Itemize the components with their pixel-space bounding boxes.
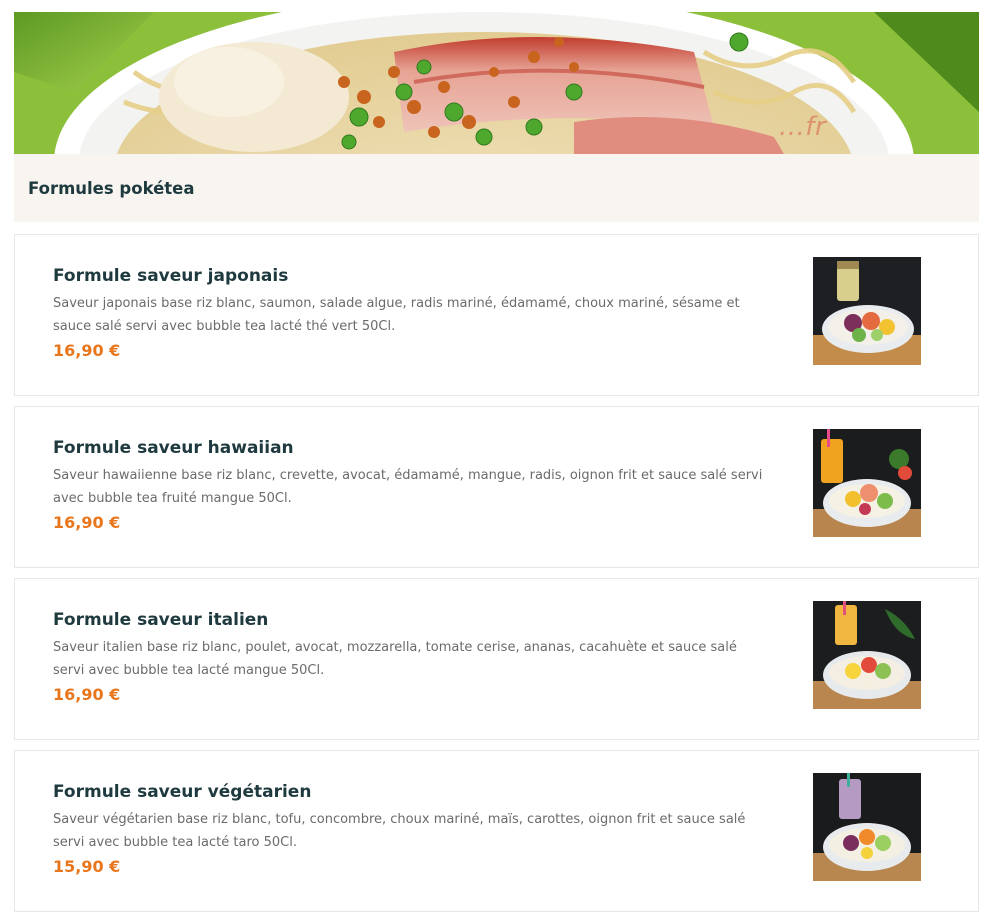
category-title: Formules pokétea [28,178,195,198]
menu-item-price: 16,90 € [53,513,121,532]
category-header: Formules pokétea [14,154,979,222]
menu-item-italien[interactable]: Formule saveur italien Saveur italien ba… [14,578,979,740]
menu-item-photo[interactable] [813,773,921,881]
category-hero-image: ...fr [14,12,979,154]
menu-item-vegetarien[interactable]: Formule saveur végétarien Saveur végétar… [14,750,979,912]
menu-item-title: Formule saveur hawaiian [53,438,294,458]
menu-item-price: 16,90 € [53,685,121,704]
menu-item-title: Formule saveur italien [53,610,269,630]
menu-item-title: Formule saveur japonais [53,266,289,286]
menu-item-info: Formule saveur italien Saveur italien ba… [53,609,773,704]
menu-item-info: Formule saveur végétarien Saveur végétar… [53,781,773,876]
menu-item-price: 16,90 € [53,341,121,360]
menu-item-japonais[interactable]: Formule saveur japonais Saveur japonais … [14,234,979,396]
menu-item-title: Formule saveur végétarien [53,782,312,802]
menu-item-description: Saveur hawaiienne base riz blanc, crevet… [53,468,763,506]
menu-item-info: Formule saveur japonais Saveur japonais … [53,265,773,360]
menu-item-photo[interactable] [813,601,921,709]
menu-item-photo[interactable] [813,257,921,365]
menu-item-description: Saveur italien base riz blanc, poulet, a… [53,640,737,678]
menu-item-info: Formule saveur hawaiian Saveur hawaiienn… [53,437,773,532]
menu-item-photo[interactable] [813,429,921,537]
menu-item-hawaiian[interactable]: Formule saveur hawaiian Saveur hawaiienn… [14,406,979,568]
menu-item-price: 15,90 € [53,857,121,876]
menu-page: ...fr Formules pokétea Formule saveur ja… [0,0,989,914]
menu-item-description: Saveur japonais base riz blanc, saumon, … [53,296,740,334]
hero-watermark: ...fr [779,112,827,142]
menu-item-description: Saveur végétarien base riz blanc, tofu, … [53,812,746,850]
menu-list: Formule saveur japonais Saveur japonais … [14,234,979,914]
